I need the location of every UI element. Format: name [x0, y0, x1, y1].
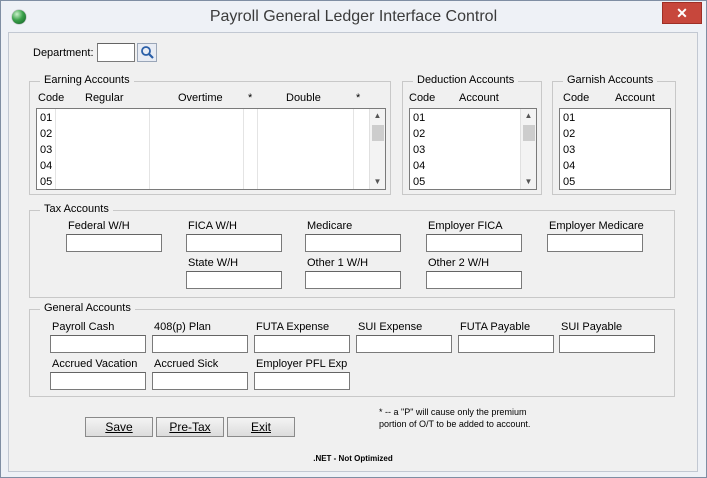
close-button[interactable]: ✕: [662, 2, 702, 24]
other1-wh-field[interactable]: [305, 271, 401, 289]
general-accounts-title: General Accounts: [40, 302, 135, 314]
employer-fica-field[interactable]: [426, 234, 522, 252]
federal-wh-label: Federal W/H: [68, 220, 130, 232]
window-title: Payroll General Ledger Interface Control: [209, 8, 498, 25]
list-item[interactable]: 01: [563, 110, 575, 126]
deduction-code-header: Code: [409, 92, 436, 104]
deduction-accounts-title: Deduction Accounts: [413, 74, 519, 86]
magnifier-icon: [141, 46, 154, 59]
status-footer: .NET - Not Optimized: [313, 454, 393, 463]
tax-accounts-title: Tax Accounts: [40, 203, 113, 215]
earning-star-header: *: [248, 92, 253, 104]
sui-payable-field[interactable]: [559, 335, 655, 353]
futa-payable-label: FUTA Payable: [460, 321, 531, 333]
accrued-sick-field[interactable]: [152, 372, 248, 390]
form-body: Department: Earning Accounts Code Regula…: [8, 32, 698, 472]
futa-expense-label: FUTA Expense: [256, 321, 330, 333]
employer-fica-label: Employer FICA: [428, 220, 503, 232]
employer-medicare-label: Employer Medicare: [549, 220, 644, 232]
medicare-field[interactable]: [305, 234, 401, 252]
list-item[interactable]: 05: [563, 174, 575, 190]
note-line-1: * -- a "P" will cause only the premium: [379, 407, 527, 417]
sui-expense-field[interactable]: [356, 335, 452, 353]
scroll-thumb[interactable]: [523, 125, 535, 141]
list-item[interactable]: 04: [413, 158, 425, 174]
futa-payable-field[interactable]: [458, 335, 554, 353]
earning-code-header: Code: [38, 92, 65, 104]
garnish-code-header: Code: [563, 92, 590, 104]
earning-accounts-list[interactable]: 01 02 03 04 05 ▲ ▼: [36, 108, 386, 190]
employer-pfl-exp-label: Employer PFL Exp: [256, 358, 348, 370]
payroll-cash-field[interactable]: [50, 335, 146, 353]
earning-double-header: Double: [286, 92, 321, 104]
list-item[interactable]: 05: [413, 174, 425, 190]
earning-accounts-title: Earning Accounts: [40, 74, 134, 86]
list-item[interactable]: 04: [563, 158, 575, 174]
exit-button[interactable]: Exit: [227, 417, 295, 437]
other1-wh-label: Other 1 W/H: [307, 257, 369, 269]
fica-wh-field[interactable]: [186, 234, 282, 252]
scroll-up-icon[interactable]: ▲: [370, 109, 385, 123]
premium-note: * -- a "P" will cause only the premium p…: [379, 406, 530, 430]
earning-scrollbar[interactable]: ▲ ▼: [369, 109, 385, 189]
pretax-button[interactable]: Pre-Tax: [156, 417, 224, 437]
federal-wh-field[interactable]: [66, 234, 162, 252]
earning-overtime-header: Overtime: [178, 92, 223, 104]
accrued-vacation-field[interactable]: [50, 372, 146, 390]
employer-pfl-exp-field[interactable]: [254, 372, 350, 390]
payroll-cash-label: Payroll Cash: [52, 321, 115, 333]
earning-regular-header: Regular: [85, 92, 124, 104]
scroll-down-icon[interactable]: ▼: [370, 175, 385, 189]
fica-wh-label: FICA W/H: [188, 220, 237, 232]
note-line-2: portion of O/T to be added to account.: [379, 419, 531, 429]
medicare-label: Medicare: [307, 220, 353, 232]
general-accounts-group: General Accounts Payroll Cash 408(p) Pla…: [29, 302, 675, 397]
deduction-accounts-group: Deduction Accounts Code Account 01 02 03…: [402, 74, 542, 195]
plan-408p-field[interactable]: [152, 335, 248, 353]
list-item[interactable]: 03: [563, 142, 575, 158]
state-wh-label: State W/H: [188, 257, 239, 269]
list-item[interactable]: 03: [413, 142, 425, 158]
garnish-accounts-title: Garnish Accounts: [563, 74, 658, 86]
list-item[interactable]: 02: [40, 126, 52, 142]
earning-star2-header: *: [356, 92, 361, 104]
list-item[interactable]: 03: [40, 142, 52, 158]
department-lookup-button[interactable]: [137, 43, 157, 62]
scroll-thumb[interactable]: [372, 125, 384, 141]
payroll-gl-window: Payroll General Ledger Interface Control…: [0, 0, 707, 478]
list-item[interactable]: 04: [40, 158, 52, 174]
sui-expense-label: SUI Expense: [358, 321, 423, 333]
state-wh-field[interactable]: [186, 271, 282, 289]
list-item[interactable]: 02: [563, 126, 575, 142]
futa-expense-field[interactable]: [254, 335, 350, 353]
garnish-accounts-group: Garnish Accounts Code Account 01 02 03 0…: [552, 74, 676, 195]
other2-wh-label: Other 2 W/H: [428, 257, 490, 269]
deduction-accounts-list[interactable]: 01 02 03 04 05 ▲ ▼: [409, 108, 537, 190]
earning-accounts-group: Earning Accounts Code Regular Overtime *…: [29, 74, 391, 195]
list-item[interactable]: 01: [40, 110, 52, 126]
sui-payable-label: SUI Payable: [561, 321, 623, 333]
department-input[interactable]: [97, 43, 135, 62]
scroll-down-icon[interactable]: ▼: [521, 175, 536, 189]
deduction-account-header: Account: [459, 92, 499, 104]
employer-medicare-field[interactable]: [547, 234, 643, 252]
accrued-sick-label: Accrued Sick: [154, 358, 219, 370]
plan-408p-label: 408(p) Plan: [154, 321, 211, 333]
list-item[interactable]: 05: [40, 174, 52, 190]
list-item[interactable]: 01: [413, 110, 425, 126]
deduction-scrollbar[interactable]: ▲ ▼: [520, 109, 536, 189]
save-button[interactable]: Save: [85, 417, 153, 437]
other2-wh-field[interactable]: [426, 271, 522, 289]
scroll-up-icon[interactable]: ▲: [521, 109, 536, 123]
garnish-accounts-list[interactable]: 01 02 03 04 05: [559, 108, 671, 190]
title-bar: Payroll General Ledger Interface Control…: [1, 1, 706, 32]
list-item[interactable]: 02: [413, 126, 425, 142]
garnish-account-header: Account: [615, 92, 655, 104]
accrued-vacation-label: Accrued Vacation: [52, 358, 138, 370]
department-label: Department:: [33, 47, 94, 59]
tax-accounts-group: Tax Accounts Federal W/H FICA W/H Medica…: [29, 203, 675, 298]
